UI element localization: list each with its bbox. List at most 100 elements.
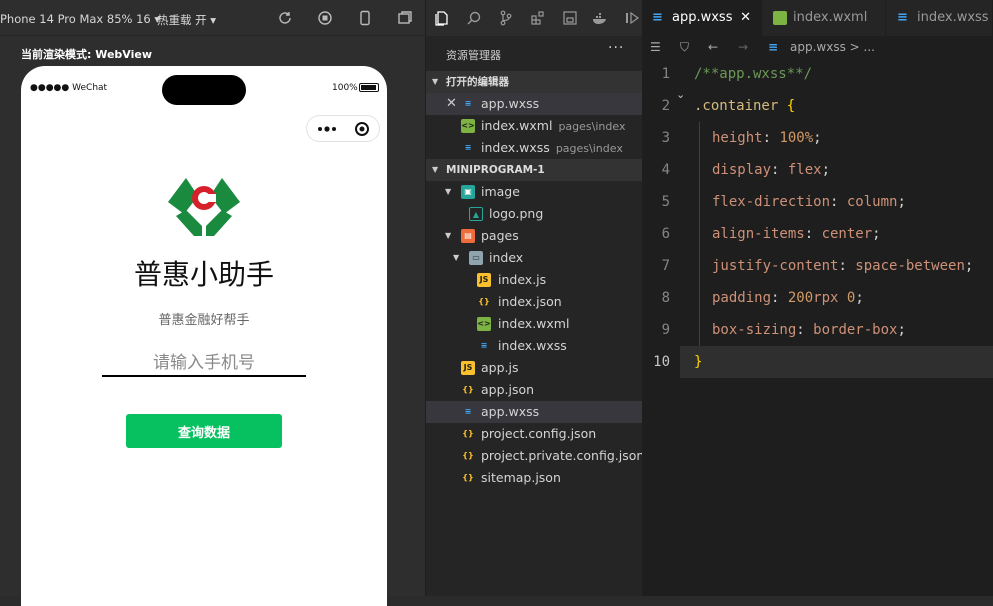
code-line: padding: 200rpx 0; [712,290,864,306]
tab-label: app.wxss [672,10,733,25]
open-editor-item[interactable]: ≡ index.wxss pages\index [426,137,642,159]
tree-item-index-wxml[interactable]: <> index.wxml [426,313,642,335]
hot-reload-toggle[interactable]: 热重载 开 ▾ [157,12,216,28]
open-editors-header[interactable]: ▼ 打开的编辑器 [426,71,642,93]
code-value: column [846,194,898,210]
tree-item-label: app.json [481,382,535,397]
code-value: 100% [779,130,814,146]
tab-index-wxml[interactable]: index.wxml [763,0,886,36]
code-line: height: 100%; [712,130,822,146]
storage-icon[interactable] [562,10,578,26]
json-icon: {} [462,451,474,460]
source-control-icon[interactable] [498,10,514,26]
chevron-down-icon: ▼ [453,253,460,262]
folder-image-icon: ▣ [461,185,475,199]
css-icon: ≡ [464,407,472,416]
code-line: display: flex; [712,162,831,178]
code-editor: ≡ app.wxss ✕ index.wxml ≡ index.wxss ☰ ⛉… [642,0,993,596]
status-battery-text: 100% [332,83,358,93]
debug-icon[interactable] [624,10,640,26]
bookmark-icon[interactable]: ⛉ [680,36,689,58]
folder-pages-icon: ▤ [461,229,475,243]
fold-chevron-icon[interactable]: ⌄ [676,88,685,101]
extensions-icon[interactable] [530,10,546,26]
status-carrier: ●●●●● WeChat [30,83,108,93]
tree-item-label: pages [481,228,519,243]
line-number: 9 [661,322,670,338]
tree-item-label: project.private.config.json [481,448,645,463]
docker-icon[interactable] [592,10,608,26]
open-editor-item[interactable]: ✕ ≡ app.wxss [426,93,642,115]
explorer-more-icon[interactable]: ··· [608,40,624,56]
close-icon[interactable]: ✕ [446,93,457,115]
editor-tabs: ≡ app.wxss ✕ index.wxml ≡ index.wxss [642,0,993,36]
files-icon[interactable] [434,10,450,26]
menu-capsule[interactable] [306,115,380,142]
breadcrumb[interactable]: app.wxss > ... [790,36,875,58]
code-line: .container { [694,98,795,114]
tree-item-project-private-config[interactable]: {} project.private.config.json [426,445,645,467]
css-icon: ≡ [464,99,472,108]
stop-icon[interactable] [317,10,333,26]
code-comment: /**app.wxss**/ [694,66,813,82]
tab-app-wxss[interactable]: ≡ app.wxss ✕ [642,0,762,36]
code-property: box-sizing [712,322,797,338]
project-header[interactable]: ▼ MINIPROGRAM-1 [426,159,642,181]
tree-item-app-json[interactable]: {} app.json [426,379,642,401]
folder-open-icon: ▭ [469,251,483,265]
open-editor-path: pages\index [555,142,623,155]
css-icon: ≡ [768,40,779,54]
tree-item-image[interactable]: ▼ ▣ image [426,181,642,203]
app-subtitle: 普惠金融好帮手 [158,313,250,328]
tree-item-index-folder[interactable]: ▼ ▭ index [426,247,642,269]
image-file-icon: ▲ [469,207,483,221]
open-editor-item[interactable]: <> index.wxml pages\index [426,115,642,137]
more-dots-icon[interactable] [317,124,337,134]
tree-item-app-js[interactable]: JS app.js [426,357,642,379]
phone-icon[interactable] [357,10,373,26]
list-icon[interactable]: ☰ [650,36,661,58]
line-number: 4 [661,162,670,178]
phone-number-input[interactable] [102,351,306,377]
tree-item-label: index.wxml [498,316,570,331]
code-property: flex-direction [712,194,831,210]
open-editor-name: index.wxss [481,140,550,155]
forward-arrow-icon[interactable]: → [738,36,748,58]
code-value: border-box [813,322,898,338]
code-line: align-items: center; [712,226,881,242]
code-property: padding [712,290,772,306]
code-property: height [712,130,763,146]
tree-item-pages[interactable]: ▼ ▤ pages [426,225,642,247]
back-arrow-icon[interactable]: ← [708,36,718,58]
search-icon[interactable] [466,10,482,26]
tree-item-index-wxss[interactable]: ≡ index.wxss [426,335,642,357]
json-icon: {} [462,473,474,482]
window-icon[interactable] [397,10,413,26]
code-line: justify-content: space-between; [712,258,974,274]
tree-item-app-wxss[interactable]: ≡ app.wxss [426,401,642,423]
tab-index-wxss[interactable]: ≡ index.wxss [887,0,993,36]
css-icon: ≡ [897,10,908,25]
code-line: box-sizing: border-box; [712,322,906,338]
tree-item-index-json[interactable]: {} index.json [426,291,642,313]
json-icon: {} [462,429,474,438]
tree-item-index-js[interactable]: JS index.js [426,269,642,291]
line-number: 10 [653,354,670,370]
tree-item-project-config[interactable]: {} project.config.json [426,423,642,445]
close-target-icon[interactable] [354,121,370,137]
refresh-icon[interactable] [277,10,293,26]
tree-item-sitemap[interactable]: {} sitemap.json [426,467,642,489]
css-icon: ≡ [652,10,663,25]
query-data-button[interactable]: 查询数据 [126,414,282,448]
wxml-icon: <> [477,317,491,331]
js-icon: JS [477,273,491,287]
open-editor-path: pages\index [558,120,626,133]
device-selector[interactable]: Phone 14 Pro Max 85% 16 ▾ [0,12,160,26]
code-selector: .container [694,98,779,114]
explorer-title: 资源管理器 [446,49,501,62]
close-icon[interactable]: ✕ [740,0,751,36]
indent-guide [699,122,700,346]
code-line: /**app.wxss**/ [694,66,812,82]
tree-item-logo[interactable]: ▲ logo.png [426,203,642,225]
tree-item-label: sitemap.json [481,470,561,485]
